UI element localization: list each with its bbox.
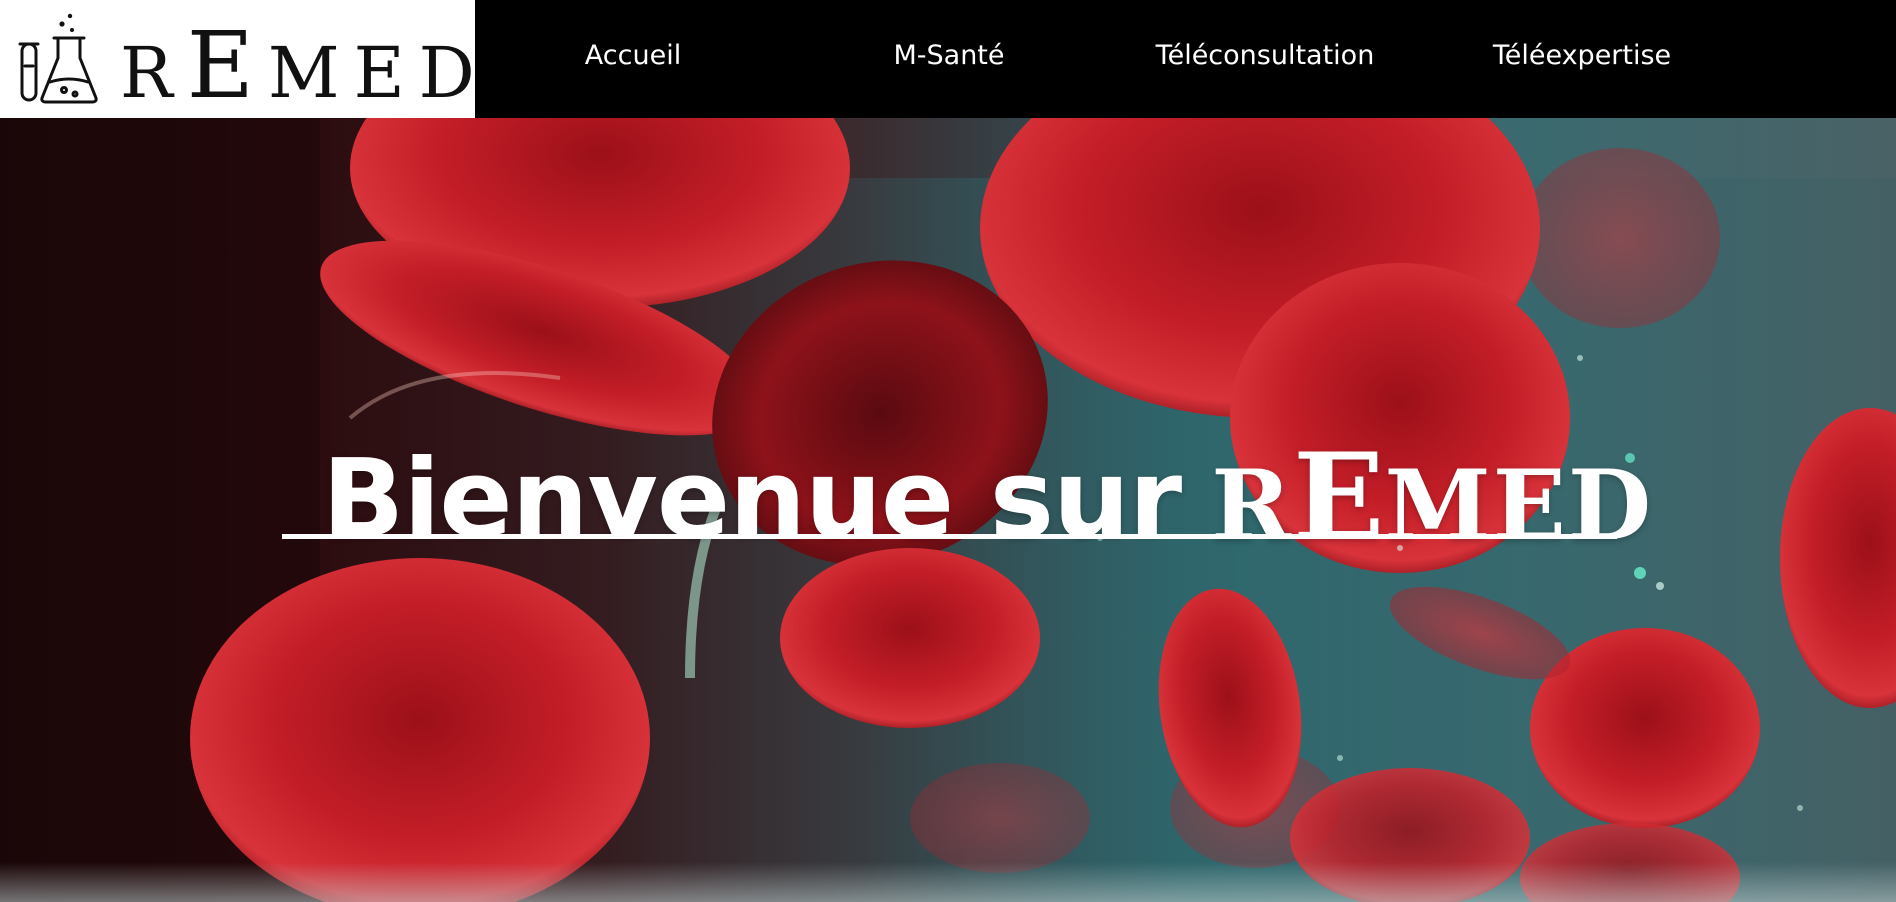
logo-wordmark: R E MED — [120, 18, 489, 114]
site-header: R E MED Accueil M-Santé Téléconsultation… — [0, 0, 1896, 118]
nav-teleexpertise[interactable]: Téléexpertise — [1493, 40, 1671, 71]
logo[interactable]: R E MED — [0, 0, 475, 118]
logo-letters-med: MED — [267, 32, 489, 114]
hero-banner: Bienvenue sur R E MED — [0, 118, 1896, 902]
nav-accueil[interactable]: Accueil — [585, 40, 681, 71]
logo-letter-e: E — [186, 12, 268, 119]
hero-underline — [282, 534, 1617, 539]
hero-brand-e: E — [1292, 427, 1385, 569]
hero-brand-r: R — [1211, 449, 1293, 563]
hero-brand-med: MED — [1384, 449, 1654, 563]
nav-teleconsultation[interactable]: Téléconsultation — [1156, 40, 1375, 71]
hero-heading: Bienvenue sur R E MED — [322, 404, 1654, 563]
flask-icon — [18, 13, 98, 104]
nav-m-sante[interactable]: M-Santé — [893, 40, 1004, 71]
logo-letter-r: R — [120, 32, 187, 114]
main-nav: Accueil M-Santé Téléconsultation Téléexp… — [475, 0, 1896, 118]
hero-bottom-fade — [0, 862, 1896, 902]
